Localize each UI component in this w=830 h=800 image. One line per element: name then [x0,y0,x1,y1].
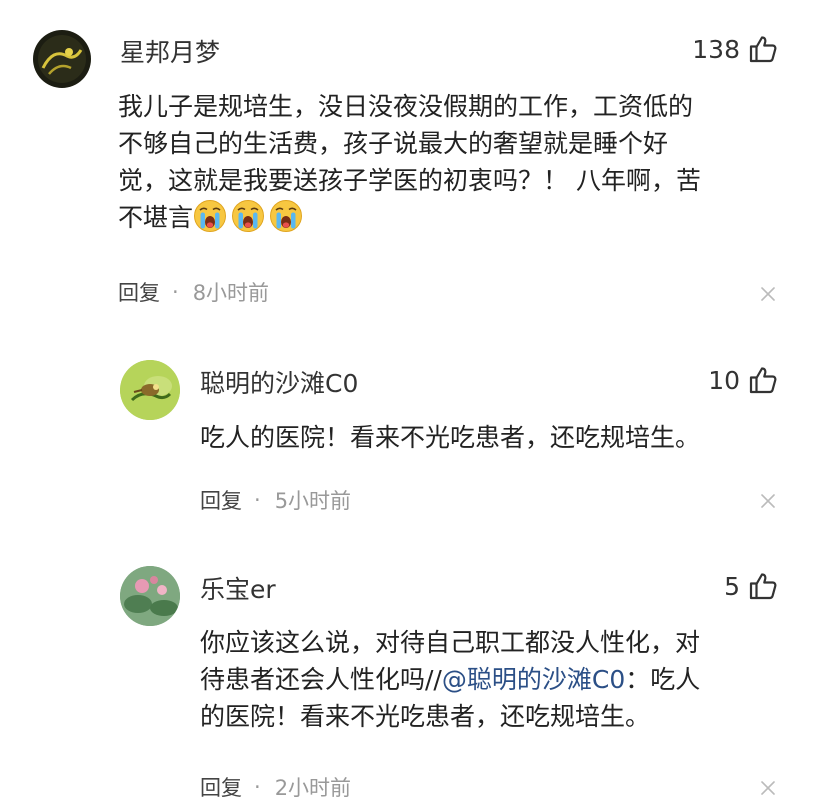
comment-meta: 回复 · 8小时前 [118,277,269,307]
comment-line-text: ：吃人 [625,665,701,694]
close-icon[interactable] [759,285,777,303]
close-icon[interactable] [759,779,777,797]
thumbs-up-icon[interactable] [748,571,778,601]
thumbs-up-icon[interactable] [748,365,778,395]
separator-dot: · [172,280,179,304]
comment-meta: 回复 · 5小时前 [200,485,351,515]
comment-line-text: 待患者还会人性化吗// [200,665,442,694]
like-count: 138 [692,34,740,64]
comment-line: 不够自己的生活费，孩子说最大的奢望就是睡个好 [118,129,669,158]
close-icon[interactable] [759,492,777,510]
thumbs-up-icon[interactable] [748,34,778,64]
crying-face-emoji [269,199,303,233]
like-button[interactable]: 138 [692,34,778,64]
timestamp: 2小时前 [274,776,352,800]
avatar[interactable] [33,30,91,88]
comment-line-text: 不堪言 [118,203,194,232]
username[interactable]: 星邦月梦 [120,33,220,69]
avatar[interactable] [120,360,180,420]
like-button[interactable]: 5 [724,571,778,601]
username[interactable]: 乐宝er [200,570,276,606]
separator-dot: · [254,488,261,512]
like-count: 10 [708,365,740,395]
crying-face-emoji [231,199,265,233]
user-mention-link[interactable]: @聪明的沙滩C0 [442,665,625,694]
comment-line: 觉，这就是我要送孩子学医的初衷吗？！ 八年啊，苦 [118,166,701,195]
crying-face-emoji [193,199,227,233]
comment-line: 我儿子是规培生，没日没夜没假期的工作，工资低的 [118,92,694,121]
comment-text: 吃人的医院！看来不光吃患者，还吃规培生。 [200,419,700,456]
comment-text: 你应该这么说，对待自己职工都没人性化，对 待患者还会人性化吗//@聪明的沙滩C0… [200,624,700,735]
comment-meta: 回复 · 2小时前 [200,772,351,800]
like-button[interactable]: 10 [708,365,778,395]
timestamp: 8小时前 [192,281,270,305]
comment-line: 不堪言 [118,199,701,236]
reply-button[interactable]: 回复 [118,277,160,307]
comment-line: 吃人的医院！看来不光吃患者，还吃规培生。 [200,423,701,452]
reply-button[interactable]: 回复 [200,485,242,515]
username[interactable]: 聪明的沙滩C0 [200,364,358,400]
separator-dot: · [254,775,261,799]
avatar[interactable] [120,566,180,626]
like-count: 5 [724,571,740,601]
comment-line: 的医院！看来不光吃患者，还吃规培生。 [200,702,651,731]
reply-button[interactable]: 回复 [200,772,242,800]
comment-line: 待患者还会人性化吗//@聪明的沙滩C0：吃人 [200,661,700,698]
comment-line: 你应该这么说，对待自己职工都没人性化，对 [200,628,701,657]
timestamp: 5小时前 [274,489,352,513]
comment-text: 我儿子是规培生，没日没夜没假期的工作，工资低的 不够自己的生活费，孩子说最大的奢… [118,88,701,236]
